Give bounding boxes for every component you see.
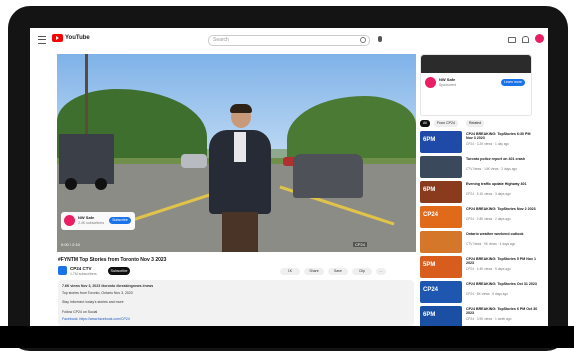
- video-reporter-hair: [230, 104, 252, 113]
- ad-banner: [421, 55, 531, 73]
- recommendation-thumbnail[interactable]: 6PM: [420, 306, 462, 326]
- recommendation-meta: CP24 · 3.9K views · 1 week ago: [466, 317, 512, 321]
- recommendation-meta: CP24 · 2.8K views · 2 days ago: [466, 217, 511, 221]
- recommendation-item[interactable]: 6PM CP24 BREAKING: TopStories 6 PM Oct 30…: [420, 306, 540, 326]
- ad-label: Sponsored: [439, 83, 456, 87]
- more-actions-button[interactable]: ...: [376, 268, 386, 275]
- sponsored-card[interactable]: NW Safe Sponsored Learn more: [420, 54, 532, 116]
- overlay-subscribe-button[interactable]: Subscribe: [109, 217, 131, 224]
- recommendation-title[interactable]: Ontario weather weekend outlook: [466, 232, 538, 236]
- recommendation-thumbnail[interactable]: 5PM: [420, 256, 462, 278]
- clip-button[interactable]: Clip: [352, 268, 372, 275]
- description-link[interactable]: Facebook: https://www.facebook.com/CP24: [62, 317, 130, 321]
- thumbnail-label: CP24: [423, 212, 439, 218]
- ad-avatar: [425, 77, 436, 88]
- video-player[interactable]: NW Safe 2.4K subscribers Subscribe 0:00 …: [57, 54, 416, 252]
- search-input[interactable]: Search: [208, 35, 370, 46]
- chip-related[interactable]: Related: [466, 120, 485, 127]
- recommendation-item[interactable]: 5PM CP24 BREAKING: TopStories 5 PM Nov 1 …: [420, 256, 540, 280]
- thumbnail-label: 6PM: [423, 312, 436, 318]
- overlay-avatar: [64, 215, 75, 226]
- description-line: 7.6K views Nov 3, 2023 #toronto #breakin…: [62, 284, 154, 288]
- channel-avatar[interactable]: [58, 266, 67, 275]
- recommendation-title[interactable]: CP24 BREAKING: TopStories 6 PM Oct 30 20…: [466, 307, 538, 316]
- save-button[interactable]: Save: [328, 268, 348, 275]
- chip-from-channel[interactable]: From CP24: [434, 120, 458, 127]
- recommendation-item[interactable]: CP24 CP24 BREAKING: TopStories Nov 2 2023…: [420, 206, 540, 230]
- video-truck-wheel: [65, 178, 77, 190]
- menu-icon[interactable]: [38, 36, 46, 44]
- video-car-silver: [181, 154, 207, 168]
- youtube-logo[interactable]: YouTube: [52, 34, 90, 42]
- recommendation-meta: CP24 · 5.1K views · 3 days ago: [466, 192, 511, 196]
- video-truck-wheel: [95, 178, 107, 190]
- video-watermark: CP24: [353, 242, 368, 247]
- play-logo-icon: [52, 34, 63, 42]
- overlay-subscribers: 2.4K subscribers: [78, 221, 105, 225]
- recommendation-thumbnail[interactable]: [420, 156, 462, 178]
- description-box[interactable]: 7.6K views Nov 3, 2023 #toronto #breakin…: [58, 280, 414, 326]
- search-placeholder: Search: [213, 37, 229, 43]
- video-truck: [59, 134, 114, 184]
- recommendation-thumbnail[interactable]: [420, 231, 462, 253]
- recommendation-title[interactable]: CP24 BREAKING: TopStories 5 PM Nov 1 202…: [466, 257, 538, 266]
- chip-all[interactable]: All: [420, 120, 430, 127]
- channel-overlay-card[interactable]: NW Safe 2.4K subscribers Subscribe: [61, 212, 135, 230]
- recommendation-meta: CP24 · 4.4K views · 5 days ago: [466, 267, 511, 271]
- recommendation-meta: CTV News · 9K views · 4 days ago: [466, 242, 516, 246]
- recommendation-title[interactable]: Evening traffic update Highway 401: [466, 182, 538, 186]
- search-icon[interactable]: [360, 37, 366, 43]
- recommendation-title[interactable]: Toronto police report on 401 crash: [466, 157, 538, 161]
- recommendation-item[interactable]: 6PM CP24 BREAKING: TopStories 6:30 PM Nov…: [420, 131, 540, 155]
- description-line: Top stories from Toronto, Ontario Nov 3,…: [62, 291, 133, 295]
- recommendation-thumbnail[interactable]: CP24: [420, 281, 462, 303]
- recommendation-title[interactable]: CP24 BREAKING: TopStories Nov 2 2023: [466, 207, 538, 211]
- logo-text: YouTube: [65, 35, 90, 41]
- account-avatar[interactable]: [535, 34, 544, 43]
- microphone-icon[interactable]: [378, 36, 382, 42]
- recommendation-meta: CTV News · 14K views · 2 days ago: [466, 167, 518, 171]
- screen: YouTube Search NW Safe 2.4K subscribers …: [30, 28, 548, 326]
- recommendation-meta: CP24 · 3.2K views · 1 day ago: [466, 142, 510, 146]
- channel-name[interactable]: CP24 CTV: [70, 266, 92, 271]
- recommendation-item[interactable]: Toronto police report on 401 crash CTV Ne…: [420, 156, 540, 180]
- description-line: Stay informed: today's stories and more: [62, 300, 124, 304]
- device-bottom-edge: [0, 326, 574, 348]
- recommendation-item[interactable]: 6PM Evening traffic update Highway 401 CP2…: [420, 181, 540, 205]
- thumbnail-label: 5PM: [423, 262, 436, 268]
- video-reporter-shirt: [234, 132, 246, 162]
- notifications-bell-icon[interactable]: [522, 36, 529, 43]
- video-time: 0:00 / 2:10: [61, 242, 80, 247]
- subscribe-button[interactable]: Subscribe: [108, 267, 130, 275]
- recommendation-thumbnail[interactable]: CP24: [420, 206, 462, 228]
- like-button[interactable]: 1K: [280, 268, 300, 275]
- create-video-icon[interactable]: [508, 37, 516, 43]
- recommendation-meta: CP24 · 6K views · 6 days ago: [466, 292, 508, 296]
- recommendation-item[interactable]: Ontario weather weekend outlook CTV News …: [420, 231, 540, 255]
- thumbnail-label: 6PM: [423, 137, 436, 143]
- video-car-grey: [293, 154, 363, 198]
- recommendation-title[interactable]: CP24 BREAKING: TopStories Oct 31 2023: [466, 282, 538, 286]
- channel-subscriber-count: 1.7M subscribers: [70, 272, 97, 276]
- recommendation-thumbnail[interactable]: 6PM: [420, 181, 462, 203]
- recommendation-title[interactable]: CP24 BREAKING: TopStories 6:30 PM Nov 3 …: [466, 132, 538, 141]
- thumbnail-label: 6PM: [423, 187, 436, 193]
- recommendation-item[interactable]: CP24 CP24 BREAKING: TopStories Oct 31 202…: [420, 281, 540, 305]
- recommendation-thumbnail[interactable]: 6PM: [420, 131, 462, 153]
- description-line: Follow CP24 on Social: [62, 310, 98, 314]
- share-button[interactable]: Share: [304, 268, 324, 275]
- video-title: #FYNTM Top Stories from Toronto Nov 3 20…: [58, 257, 167, 263]
- ad-cta-button[interactable]: Learn more: [501, 79, 525, 86]
- ad-name: NW Safe: [439, 77, 456, 82]
- video-reporter-legs: [222, 212, 258, 252]
- overlay-channel-name: NW Safe: [78, 215, 95, 220]
- top-bar: YouTube Search: [30, 28, 548, 50]
- thumbnail-label: CP24: [423, 287, 439, 293]
